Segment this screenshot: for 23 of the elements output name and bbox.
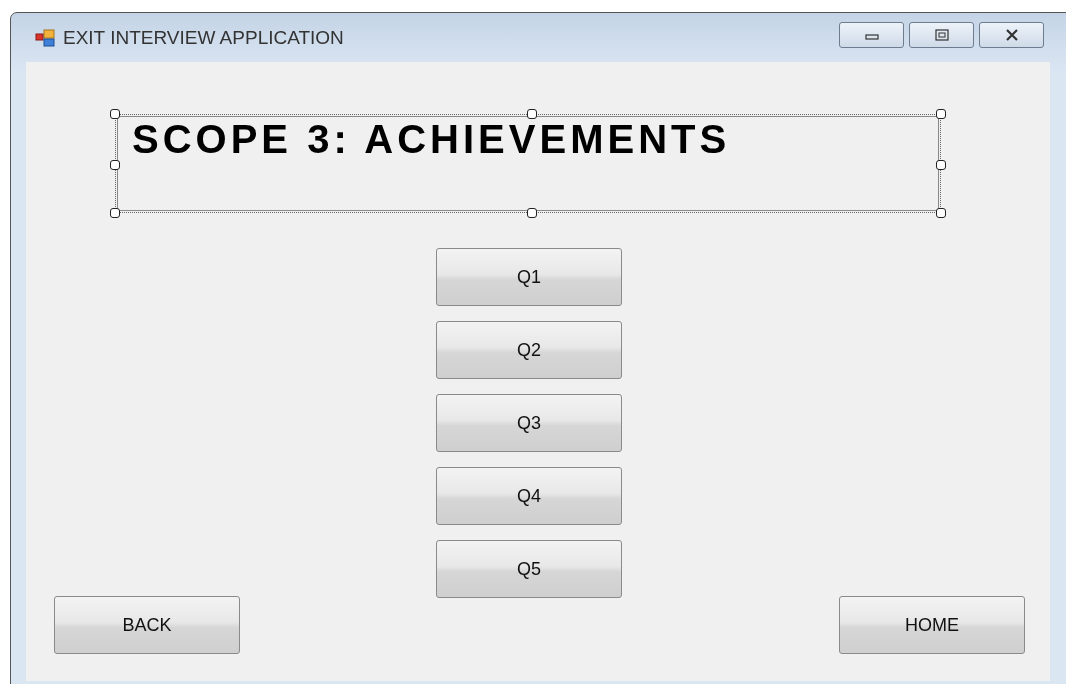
question-button[interactable]: Q4 [436,467,622,525]
resize-handle[interactable] [527,109,537,119]
question-button[interactable]: Q2 [436,321,622,379]
close-icon [1003,28,1020,41]
back-button[interactable]: BACK [54,596,240,654]
question-button[interactable]: Q5 [436,540,622,598]
question-button[interactable]: Q1 [436,248,622,306]
window-title: EXIT INTERVIEW APPLICATION [63,26,344,49]
resize-handle[interactable] [936,160,946,170]
resize-handle[interactable] [936,208,946,218]
resize-handle[interactable] [110,109,120,119]
maximize-icon [933,28,950,41]
close-button[interactable] [979,21,1044,48]
maximize-button[interactable] [909,21,974,48]
app-icon [35,28,55,47]
heading-label[interactable]: SCOPE 3: ACHIEVEMENTS [115,114,941,213]
home-button[interactable]: HOME [839,596,1025,654]
question-button[interactable]: Q3 [436,394,622,452]
minimize-button[interactable] [839,21,904,48]
resize-handle[interactable] [936,109,946,119]
resize-handle[interactable] [110,160,120,170]
resize-handle[interactable] [110,208,120,218]
resize-handle[interactable] [527,208,537,218]
